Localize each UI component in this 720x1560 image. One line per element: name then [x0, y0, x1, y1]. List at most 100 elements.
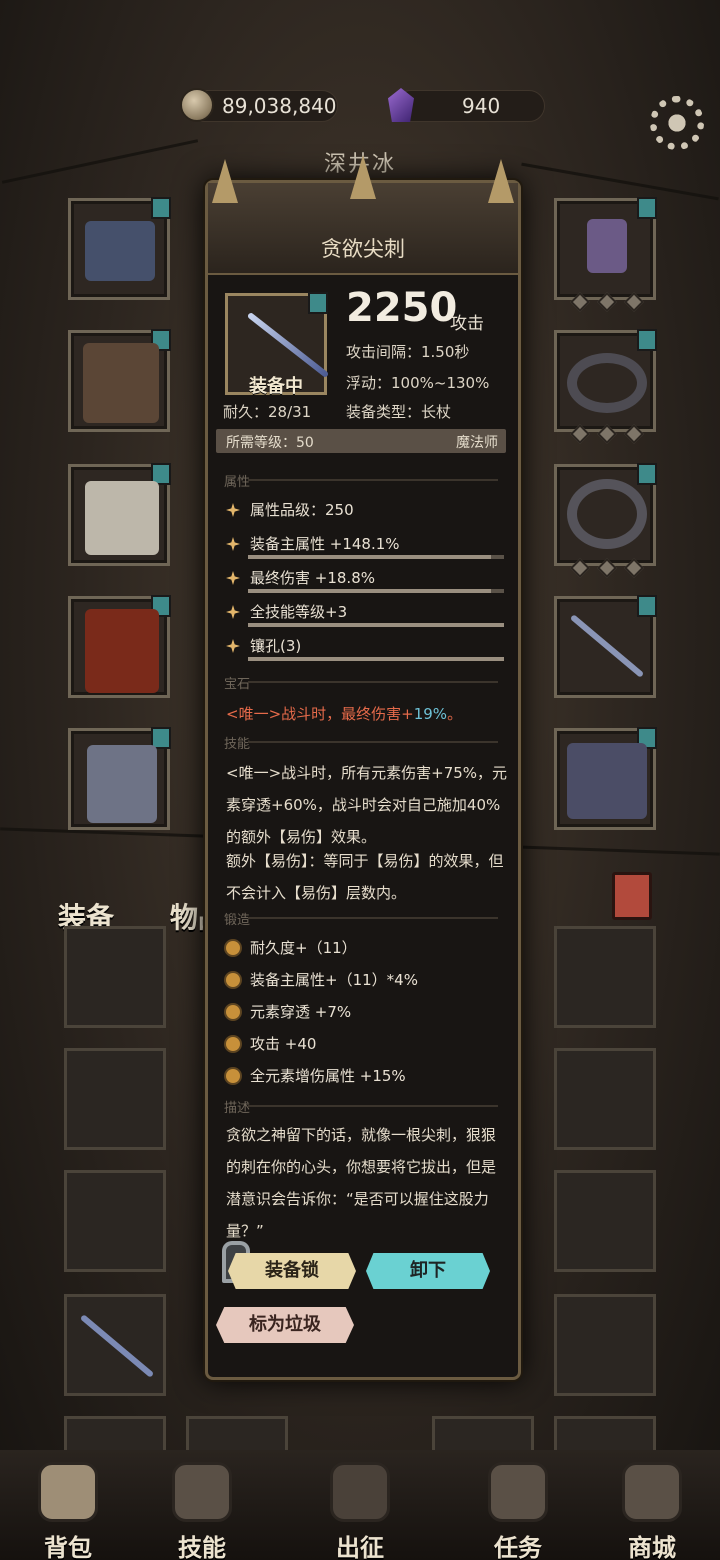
attribute-row: 属性品级：250	[226, 499, 354, 520]
attribute-text: 装备主属性 +148.1%	[250, 535, 400, 553]
popup-header: 贪欲尖刺	[208, 155, 518, 275]
cycle-icon	[226, 571, 240, 585]
item-detail-popup: 贪欲尖刺 装备中 2250 攻击 攻击间隔：1.50秒 浮动：100%~130%…	[205, 155, 521, 1380]
tier-tag-icon	[637, 329, 657, 351]
forge-text: 全元素增伤属性 +15%	[250, 1067, 406, 1085]
forge-row: 元素穿透 +7%	[226, 1001, 351, 1022]
equip-slot-weapon[interactable]	[554, 595, 657, 698]
gem-amount: 940	[462, 94, 501, 118]
ring-icon	[567, 479, 647, 549]
attribute-text: 镶孔(3)	[250, 637, 302, 655]
attribute-row: 镶孔(3)	[226, 635, 301, 656]
sword-icon	[330, 1462, 390, 1522]
required-level: 所需等级：50	[226, 435, 314, 451]
gold-coin-icon	[180, 88, 214, 122]
nav-expedition[interactable]: 出征	[300, 1450, 420, 1560]
staff-icon	[246, 311, 330, 379]
item-icon-box: 装备中	[225, 292, 330, 397]
nav-quests[interactable]: 任务	[458, 1450, 578, 1560]
nav-label: 任务	[494, 1534, 542, 1560]
nav-shop[interactable]: 商城	[592, 1450, 712, 1560]
inventory-slot[interactable]	[554, 1294, 656, 1396]
trash-bin-icon[interactable]	[612, 872, 652, 920]
attribute-bar	[248, 657, 504, 661]
equip-slot-ring-2[interactable]	[554, 463, 657, 578]
shop-crown-icon	[622, 1462, 682, 1522]
fluctuation: 浮动：100%~130%	[346, 374, 490, 392]
equip-lock-button[interactable]: 装备锁	[228, 1253, 356, 1289]
attribute-bar-fill	[248, 623, 504, 627]
gem-effect-value: 19%	[413, 705, 448, 723]
skill-book-icon	[172, 1462, 232, 1522]
mark-as-junk-button[interactable]: 标为垃圾	[216, 1307, 354, 1343]
star-icon	[226, 605, 240, 619]
tier-tag-icon	[637, 595, 657, 617]
equip-slot-boots[interactable]	[68, 727, 171, 830]
helmet-icon	[85, 221, 155, 281]
section-divider	[248, 479, 498, 481]
tier-tag-icon	[151, 197, 171, 219]
pants-icon	[85, 609, 159, 693]
forge-dot-icon	[226, 973, 240, 987]
forge-row: 攻击 +40	[226, 1033, 316, 1054]
unequip-button[interactable]: 卸下	[366, 1253, 490, 1289]
inventory-slot[interactable]	[64, 926, 166, 1028]
attack-value: 2250	[346, 285, 458, 331]
currency-bar: 89,038,840 940	[0, 84, 720, 128]
attribute-bar-fill	[248, 555, 492, 559]
section-attributes: 属性	[224, 475, 251, 490]
forge-text: 耐久度+（11）	[250, 939, 357, 957]
skill-description-extra: 额外【易伤】：等同于【易伤】的效果，但不会计入【易伤】层数内。	[226, 852, 504, 902]
attribute-bar	[248, 555, 504, 559]
forge-text: 攻击 +40	[250, 1035, 317, 1053]
ring-icon	[567, 353, 647, 413]
attribute-bar	[248, 623, 504, 627]
section-forge: 锻造	[224, 913, 251, 928]
attribute-bar-fill	[248, 657, 504, 661]
gem-effect-text: <唯一>战斗时，最终伤害+	[226, 705, 414, 723]
forge-row: 耐久度+（11）	[226, 937, 357, 958]
gloves-icon	[85, 481, 159, 555]
forge-row: 全元素增伤属性 +15%	[226, 1065, 406, 1086]
equip-slot-amulet[interactable]	[554, 197, 657, 312]
equip-slot-offhand[interactable]	[554, 727, 657, 830]
cloak-icon	[83, 343, 159, 423]
equip-slot-gloves[interactable]	[68, 463, 171, 566]
attribute-bar-fill	[248, 589, 492, 593]
tier-tag-icon	[637, 197, 657, 219]
forge-row: 装备主属性+（11）*4%	[226, 969, 418, 990]
gold-amount: 89,038,840	[222, 94, 337, 118]
equip-slot-ring-1[interactable]	[554, 329, 657, 444]
forge-dot-icon	[226, 1037, 240, 1051]
inventory-slot[interactable]	[64, 1294, 166, 1396]
equip-slot-cloak[interactable]	[68, 329, 171, 432]
section-divider	[248, 917, 498, 919]
attribute-text: 最终伤害 +18.8%	[250, 569, 375, 587]
attribute-text: 属性品级：250	[250, 501, 354, 519]
inventory-slot[interactable]	[64, 1170, 166, 1272]
inventory-slot[interactable]	[554, 926, 656, 1028]
amulet-icon	[587, 219, 627, 273]
inventory-slot[interactable]	[554, 1170, 656, 1272]
inventory-slot[interactable]	[554, 1048, 656, 1150]
grade-icon	[226, 503, 240, 517]
nav-label: 背包	[44, 1534, 92, 1560]
forge-dot-icon	[226, 1005, 240, 1019]
attack-interval: 攻击间隔：1.50秒	[346, 343, 470, 361]
item-name: 贪欲尖刺	[321, 237, 405, 261]
scroll-icon	[488, 1462, 548, 1522]
equip-slot-pants[interactable]	[68, 595, 171, 698]
nav-skills[interactable]: 技能	[142, 1450, 262, 1560]
boots-icon	[87, 745, 157, 823]
class-requirement: 魔法师	[456, 435, 498, 451]
section-gem: 宝石	[224, 677, 251, 692]
settings-gear-icon[interactable]	[650, 96, 704, 150]
attack-label: 攻击	[450, 314, 484, 334]
shield-icon	[567, 743, 647, 819]
spear-icon	[79, 1314, 155, 1378]
nav-bag[interactable]: 背包	[8, 1450, 128, 1560]
inventory-slot[interactable]	[64, 1048, 166, 1150]
attribute-row: 最终伤害 +18.8%	[226, 567, 375, 588]
section-divider	[248, 681, 498, 683]
equip-slot-head[interactable]	[68, 197, 171, 300]
